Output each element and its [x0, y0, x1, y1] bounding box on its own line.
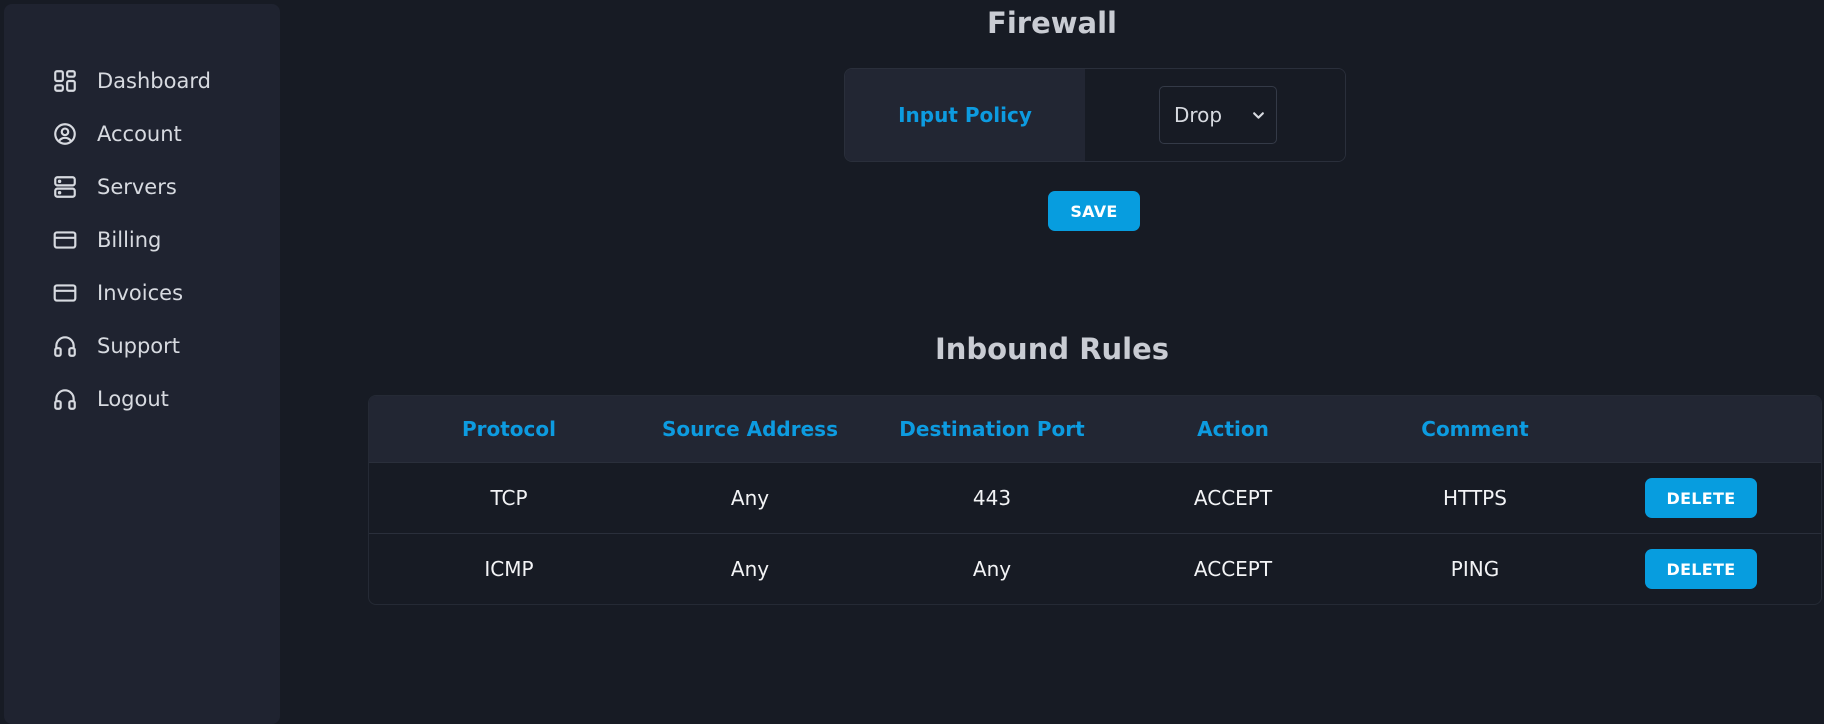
- input-policy-select[interactable]: Drop: [1159, 86, 1277, 144]
- sidebar-item-label: Dashboard: [97, 68, 211, 93]
- sidebar-item-billing[interactable]: Billing: [4, 213, 280, 266]
- input-policy-label: Input Policy: [845, 69, 1085, 161]
- sidebar-item-label: Account: [97, 121, 182, 146]
- column-header-source-address: Source Address: [662, 417, 838, 441]
- credit-card-icon: [53, 230, 77, 249]
- cell-destination-port: Any: [972, 557, 1012, 581]
- sidebar-item-label: Logout: [97, 386, 169, 411]
- sidebar-item-account[interactable]: Account: [4, 107, 280, 160]
- column-header-action: Action: [1197, 417, 1269, 441]
- sidebar-item-label: Billing: [97, 227, 162, 252]
- delete-rule-button[interactable]: DELETE: [1645, 549, 1757, 589]
- column-header-protocol: Protocol: [461, 417, 556, 441]
- page-title: Firewall: [987, 6, 1117, 40]
- user-circle-icon: [54, 122, 76, 145]
- cell-actions: DELETE: [1645, 478, 1757, 518]
- sidebar: Dashboard Account Servers Billing Invoic…: [4, 4, 280, 724]
- delete-rule-button[interactable]: DELETE: [1645, 478, 1757, 518]
- column-header-destination-port: Destination Port: [899, 417, 1085, 441]
- input-policy-panel: Input Policy Drop: [844, 68, 1346, 162]
- dashboard-icon: [54, 69, 76, 92]
- cell-action: ACCEPT: [1193, 486, 1273, 510]
- table-row: ICMP Any Any ACCEPT PING DELETE: [369, 533, 1821, 604]
- column-header-comment: Comment: [1421, 417, 1529, 441]
- table-header-row: Protocol Source Address Destination Port…: [369, 396, 1821, 462]
- cell-destination-port: 443: [972, 486, 1012, 510]
- input-policy-cell: Drop: [1085, 69, 1345, 161]
- chevron-down-icon: [1253, 111, 1264, 119]
- cell-comment: HTTPS: [1443, 486, 1507, 510]
- headphones-icon: [54, 388, 76, 410]
- sidebar-item-logout[interactable]: Logout: [4, 372, 280, 425]
- cell-actions: DELETE: [1645, 549, 1757, 589]
- inbound-rules-title: Inbound Rules: [934, 332, 1170, 366]
- credit-card-icon: [53, 283, 77, 302]
- cell-protocol: ICMP: [484, 557, 534, 581]
- sidebar-item-dashboard[interactable]: Dashboard: [4, 54, 280, 107]
- cell-protocol: TCP: [490, 486, 528, 510]
- sidebar-item-label: Support: [97, 333, 181, 358]
- input-policy-selected-value: Drop: [1174, 103, 1223, 127]
- sidebar-item-label: Servers: [97, 174, 177, 199]
- headphones-icon: [54, 335, 76, 357]
- cell-comment: PING: [1450, 557, 1500, 581]
- sidebar-item-support[interactable]: Support: [4, 319, 280, 372]
- sidebar-item-invoices[interactable]: Invoices: [4, 266, 280, 319]
- server-icon: [54, 175, 76, 198]
- cell-source-address: Any: [730, 486, 770, 510]
- sidebar-item-servers[interactable]: Servers: [4, 160, 280, 213]
- sidebar-nav: Dashboard Account Servers Billing Invoic…: [4, 54, 280, 425]
- main-content: Firewall Input Policy Drop SAVE Inbound …: [280, 0, 1824, 706]
- cell-source-address: Any: [730, 557, 770, 581]
- cell-action: ACCEPT: [1193, 557, 1273, 581]
- inbound-rules-table: Protocol Source Address Destination Port…: [368, 395, 1822, 605]
- table-row: TCP Any 443 ACCEPT HTTPS DELETE: [369, 462, 1821, 533]
- sidebar-item-label: Invoices: [97, 280, 184, 305]
- save-button[interactable]: SAVE: [1048, 191, 1140, 231]
